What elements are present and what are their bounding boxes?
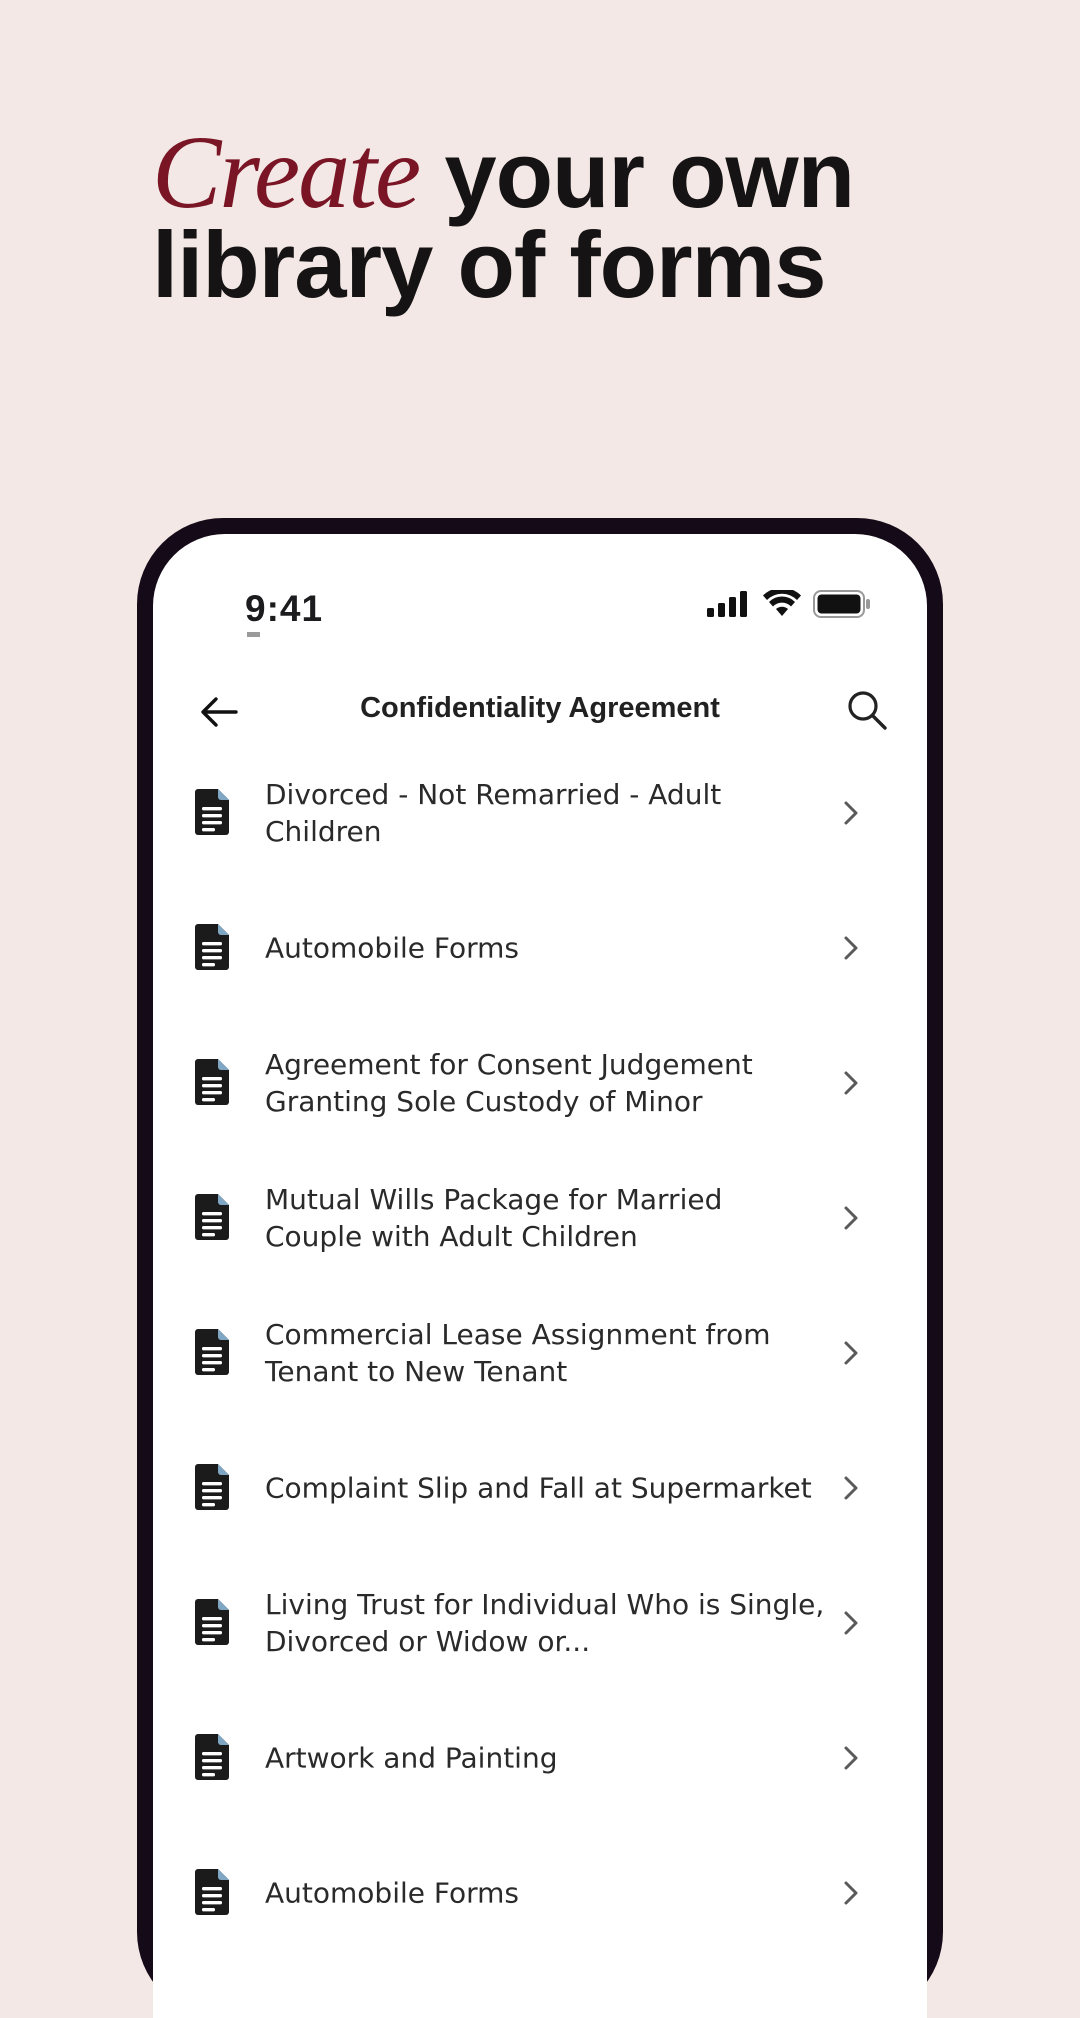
document-icon xyxy=(195,1733,229,1780)
headline-line-1: Create your own xyxy=(152,121,952,225)
status-icons xyxy=(707,590,871,618)
status-time: 9:41 xyxy=(245,588,324,629)
list-item-label: Automobile Forms xyxy=(265,931,519,964)
list-item-label: Commercial Lease Assignment from Tenant … xyxy=(265,1317,771,1388)
chevron-right-icon xyxy=(844,1881,858,1904)
chevron-right-icon xyxy=(844,1341,858,1364)
chevron-right-icon xyxy=(844,1071,858,1094)
document-icon xyxy=(195,923,229,970)
phone-screen: 9:41 Confidentiality Agreement Divorced … xyxy=(153,534,927,2018)
search-icon xyxy=(848,691,887,730)
status-bar: 9:41 xyxy=(153,534,927,637)
list-item[interactable]: Divorced - Not Remarried - Adult Childre… xyxy=(153,745,927,880)
list-item-label: Artwork and Painting xyxy=(265,1741,558,1774)
list-item[interactable]: Automobile Forms xyxy=(153,1825,927,1960)
document-icon xyxy=(195,1058,229,1105)
battery-icon xyxy=(813,590,870,618)
chevron-right-icon xyxy=(844,1206,858,1229)
list-item-label: Automobile Forms xyxy=(265,1876,519,1909)
list-item-label: Living Trust for Individual Who is Singl… xyxy=(265,1587,825,1658)
list-item-label: Mutual Wills Package for Married Couple … xyxy=(265,1182,723,1253)
headline: Create your own library of forms xyxy=(152,121,952,317)
chevron-right-icon xyxy=(844,936,858,959)
forms-list: Divorced - Not Remarried - Adult Childre… xyxy=(153,745,927,1960)
list-item-label: Agreement for Consent Judgement Granting… xyxy=(265,1047,753,1118)
list-item-label: Complaint Slip and Fall at Supermarket xyxy=(265,1471,812,1504)
headline-line-2: library of forms xyxy=(152,212,827,317)
document-icon xyxy=(195,1328,229,1375)
signal-icon xyxy=(707,591,747,617)
list-item[interactable]: Agreement for Consent Judgement Granting… xyxy=(153,1015,927,1150)
list-item[interactable]: Commercial Lease Assignment from Tenant … xyxy=(153,1285,927,1420)
list-item[interactable]: Complaint Slip and Fall at Supermarket xyxy=(153,1420,927,1555)
page-title: Confidentiality Agreement xyxy=(360,692,720,724)
chevron-right-icon xyxy=(844,1476,858,1499)
list-item[interactable]: Automobile Forms xyxy=(153,880,927,1015)
document-icon xyxy=(195,788,229,835)
document-icon xyxy=(195,1868,229,1915)
list-item-label: Divorced - Not Remarried - Adult Childre… xyxy=(265,777,722,848)
list-item[interactable]: Mutual Wills Package for Married Couple … xyxy=(153,1150,927,1285)
wifi-icon xyxy=(763,590,801,616)
phone-frame: 9:41 Confidentiality Agreement Divorced … xyxy=(137,518,943,2018)
document-icon xyxy=(195,1598,229,1645)
document-icon xyxy=(195,1193,229,1240)
search-button[interactable] xyxy=(841,684,893,736)
list-item[interactable]: Artwork and Painting xyxy=(153,1690,927,1825)
list-item[interactable]: Living Trust for Individual Who is Singl… xyxy=(153,1555,927,1690)
document-icon xyxy=(195,1463,229,1510)
chevron-right-icon xyxy=(844,1611,858,1634)
chevron-right-icon xyxy=(844,801,858,824)
chevron-right-icon xyxy=(844,1746,858,1769)
time-indicator xyxy=(247,632,260,637)
